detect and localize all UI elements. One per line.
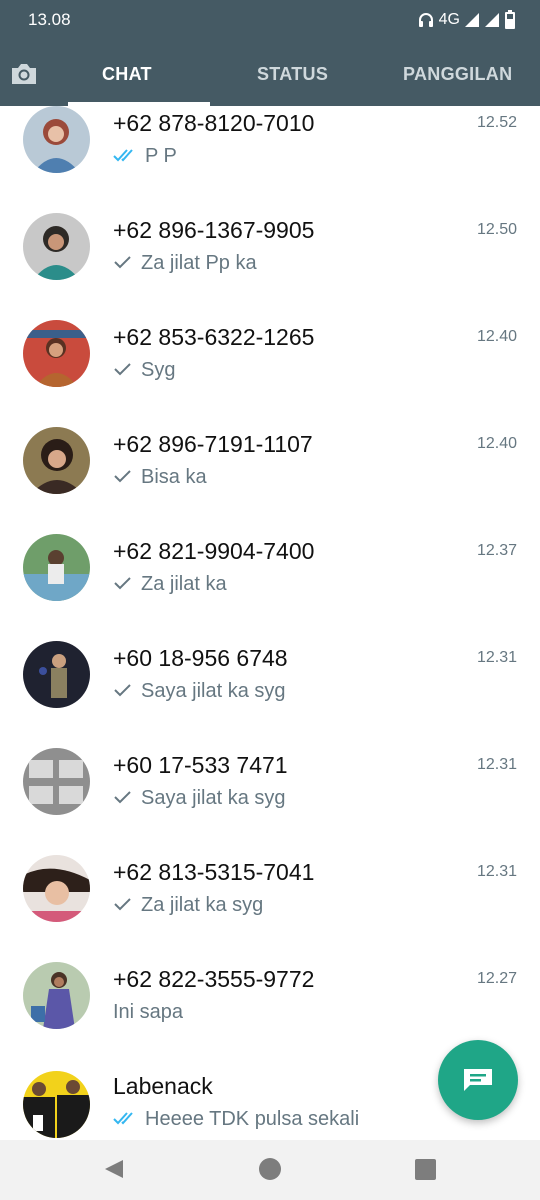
- chat-preview: Saya jilat ka syg: [113, 680, 286, 703]
- system-nav-bar: [0, 1140, 540, 1200]
- double-check-icon: [113, 145, 137, 168]
- chat-time: 12.31: [476, 649, 517, 666]
- check-icon: [113, 252, 133, 275]
- chat-preview: Syg: [113, 359, 175, 382]
- status-time: 13.08: [28, 10, 71, 29]
- chat-message: Saya jilat ka syg: [141, 787, 286, 809]
- chat-time: 12.37: [476, 542, 517, 559]
- chat-message: Bisa ka: [141, 466, 207, 488]
- signal-icon-2: [484, 12, 500, 28]
- signal-icon: [464, 12, 480, 28]
- chat-message: P P: [145, 145, 177, 167]
- new-message-icon: [464, 1069, 492, 1091]
- home-icon[interactable]: [259, 1158, 281, 1180]
- chat-preview: Heeee TDK pulsa sekali: [113, 1108, 359, 1131]
- chat-time: 12.31: [476, 863, 517, 880]
- chat-preview: Za jilat Pp ka: [113, 252, 257, 275]
- chat-message: Za jilat Pp ka: [141, 252, 257, 274]
- chat-message: Za jilat ka syg: [141, 894, 264, 916]
- avatar[interactable]: [23, 534, 90, 601]
- check-icon: [113, 787, 133, 810]
- chat-time: 12.40: [476, 328, 517, 345]
- chat-message: Heeee TDK pulsa sekali: [145, 1108, 360, 1130]
- network-type-label: 4G: [438, 11, 460, 28]
- headphones-icon: [417, 11, 435, 29]
- chat-time: 12.52: [476, 114, 517, 131]
- chat-name: +62 821-9904-7400: [113, 538, 315, 564]
- chat-preview: P P: [113, 145, 177, 168]
- check-icon: [113, 894, 133, 917]
- chat-name: +60 17-533 7471: [113, 752, 288, 778]
- status-icons: 4G: [417, 9, 516, 31]
- avatar[interactable]: [23, 1071, 90, 1138]
- chat-message: Ini sapa: [113, 1001, 184, 1023]
- chat-row[interactable]: +62 878-8120-7010 12.52 P P: [0, 106, 540, 213]
- chat-time: 12.31: [476, 756, 517, 773]
- chat-row[interactable]: +60 18-956 6748 12.31 Saya jilat ka syg: [0, 641, 540, 748]
- avatar[interactable]: [23, 427, 90, 494]
- avatar[interactable]: [23, 106, 90, 173]
- chat-preview: Za jilat ka syg: [113, 894, 263, 917]
- app-header: 13.08 4G CHAT STATUS PANGGILAN: [0, 0, 540, 106]
- chat-time: 12.40: [476, 435, 517, 452]
- tab-status[interactable]: STATUS: [257, 64, 328, 85]
- back-icon[interactable]: [103, 1158, 125, 1185]
- tab-calls[interactable]: PANGGILAN: [403, 64, 512, 85]
- chat-name: +62 896-7191-1107: [113, 431, 313, 457]
- chat-name: +62 878-8120-7010: [113, 110, 315, 136]
- chat-time: 12.27: [476, 970, 517, 987]
- chat-preview: Bisa ka: [113, 466, 207, 489]
- chat-row[interactable]: +62 813-5315-7041 12.31 Za jilat ka syg: [0, 855, 540, 962]
- avatar[interactable]: [23, 748, 90, 815]
- double-check-icon: [113, 1108, 137, 1131]
- tab-bar: CHAT STATUS PANGGILAN: [0, 48, 540, 106]
- chat-name: +62 822-3555-9772: [113, 966, 315, 992]
- chat-row[interactable]: +60 17-533 7471 12.31 Saya jilat ka syg: [0, 748, 540, 855]
- avatar[interactable]: [23, 213, 90, 280]
- check-icon: [113, 466, 133, 489]
- chat-preview: Ini sapa: [113, 1001, 183, 1024]
- recents-icon[interactable]: [415, 1159, 436, 1180]
- check-icon: [113, 573, 133, 596]
- chat-row[interactable]: +62 821-9904-7400 12.37 Za jilat ka: [0, 534, 540, 641]
- status-bar: 13.08 4G: [0, 0, 540, 40]
- chat-preview: Za jilat ka: [113, 573, 227, 596]
- avatar[interactable]: [23, 855, 90, 922]
- chat-row[interactable]: +62 896-1367-9905 12.50 Za jilat Pp ka: [0, 213, 540, 320]
- chat-name: +62 853-6322-1265: [113, 324, 315, 350]
- chat-message: Syg: [141, 359, 176, 381]
- chat-name: +60 18-956 6748: [113, 645, 288, 671]
- chat-list[interactable]: +62 878-8120-7010 12.52 P P +62 896-1367…: [0, 106, 540, 1140]
- camera-icon[interactable]: [8, 58, 40, 90]
- chat-row[interactable]: +62 896-7191-1107 12.40 Bisa ka: [0, 427, 540, 534]
- chat-preview: Saya jilat ka syg: [113, 787, 286, 810]
- chat-row[interactable]: +62 853-6322-1265 12.40 Syg: [0, 320, 540, 427]
- check-icon: [113, 680, 133, 703]
- chat-name: +62 896-1367-9905: [113, 217, 315, 243]
- chat-name: Labenack: [113, 1073, 213, 1099]
- check-icon: [113, 359, 133, 382]
- avatar[interactable]: [23, 962, 90, 1029]
- chat-message: Saya jilat ka syg: [141, 680, 286, 702]
- battery-icon: [504, 10, 516, 30]
- tab-chat[interactable]: CHAT: [102, 64, 152, 85]
- chat-name: +62 813-5315-7041: [113, 859, 315, 885]
- new-chat-button[interactable]: [438, 1040, 518, 1120]
- avatar[interactable]: [23, 641, 90, 708]
- chat-time: 12.50: [476, 221, 517, 238]
- chat-message: Za jilat ka: [141, 573, 227, 595]
- avatar[interactable]: [23, 320, 90, 387]
